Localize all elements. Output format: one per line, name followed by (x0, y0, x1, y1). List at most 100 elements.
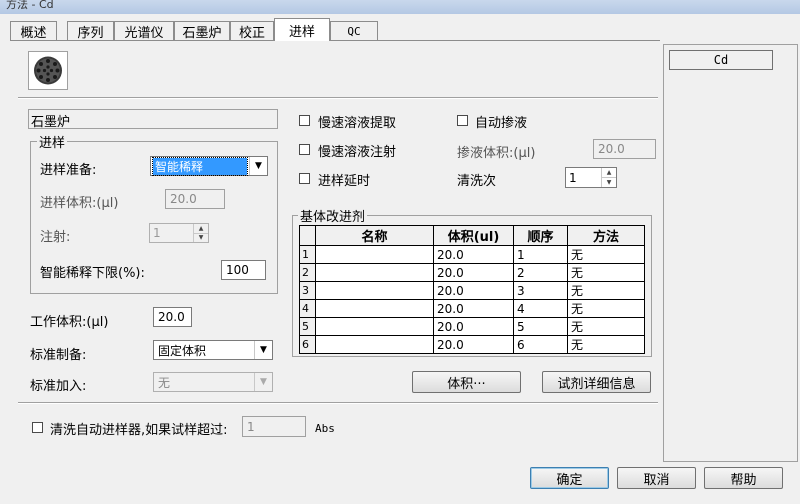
cell-method[interactable]: 无 (567, 263, 645, 282)
cell-method[interactable]: 无 (567, 335, 645, 354)
wash-autosampler-label: 清洗自动进样器,如果试样超过: (50, 423, 228, 438)
standard-add-label: 标准加入: (30, 379, 87, 394)
cell-order[interactable]: 2 (513, 263, 568, 282)
cell-order[interactable]: 3 (513, 281, 568, 300)
tab-overview[interactable]: 概述 (10, 21, 57, 41)
tab-sampler[interactable]: 进样 (274, 18, 330, 41)
column-header-name: 名称 (315, 225, 434, 246)
row-index: 3 (299, 281, 316, 300)
spin-down-icon[interactable]: ▼ (602, 178, 616, 187)
chevron-down-icon: ▼ (249, 157, 267, 175)
volume-button[interactable]: 体积··· (412, 371, 521, 393)
prep-label: 进样准备: (40, 163, 97, 178)
element-list-panel (663, 44, 798, 462)
cell-method[interactable]: 无 (567, 245, 645, 264)
tab-furnace[interactable]: 石墨炉 (174, 21, 230, 41)
smart-limit-field[interactable]: 100 (221, 260, 266, 280)
cell-order[interactable]: 6 (513, 335, 568, 354)
reagent-details-button[interactable]: 试剂详细信息 (542, 371, 651, 393)
inject-delay-checkbox[interactable] (299, 173, 310, 184)
volume-field[interactable]: 20.0 (165, 189, 225, 209)
standard-add-value: 无 (158, 375, 171, 390)
table-row[interactable]: 4 20.0 4 无 (299, 299, 645, 318)
tab-spectrometer[interactable]: 光谱仪 (114, 21, 174, 41)
title-bar: 方法 - Cd (0, 0, 800, 14)
table-row[interactable]: 6 20.0 6 无 (299, 335, 645, 354)
row-index: 2 (299, 263, 316, 282)
cell-order[interactable]: 5 (513, 317, 568, 336)
inject-spinner[interactable]: 1 ▲ ▼ (149, 223, 209, 243)
cell-volume[interactable]: 20.0 (433, 299, 514, 318)
mix-volume-label: 掺液体积:(µl) (457, 146, 536, 161)
cell-volume[interactable]: 20.0 (433, 335, 514, 354)
cell-volume[interactable]: 20.0 (433, 281, 514, 300)
separator (18, 402, 658, 404)
table-row[interactable]: 3 20.0 3 无 (299, 281, 645, 300)
tab-sequence[interactable]: 序列 (67, 21, 114, 41)
slow-extract-checkbox[interactable] (299, 115, 310, 126)
cell-name[interactable] (315, 335, 434, 354)
ok-button[interactable]: 确定 (530, 467, 609, 489)
help-button[interactable]: 帮助 (704, 467, 783, 489)
row-index: 5 (299, 317, 316, 336)
spin-down-icon[interactable]: ▼ (194, 234, 208, 243)
spin-up-icon[interactable]: ▲ (194, 224, 208, 234)
furnace-icon-box (28, 51, 68, 90)
column-header-volume: 体积(ul) (433, 225, 514, 246)
chevron-down-icon: ▼ (254, 341, 272, 359)
cell-name[interactable] (315, 317, 434, 336)
table-row[interactable]: 5 20.0 5 无 (299, 317, 645, 336)
table-row[interactable]: 1 20.0 1 无 (299, 245, 645, 264)
smart-limit-label: 智能稀释下限(%): (40, 266, 145, 281)
cell-method[interactable]: 无 (567, 281, 645, 300)
row-header-corner (299, 225, 316, 246)
standard-prep-select[interactable]: 固定体积 ▼ (153, 340, 273, 360)
table-row[interactable]: 2 20.0 2 无 (299, 263, 645, 282)
element-item-cd[interactable]: Cd (669, 50, 773, 70)
prep-select[interactable]: 智能稀释 ▼ (150, 156, 268, 176)
mix-volume-field[interactable]: 20.0 (593, 139, 656, 159)
wash-count-value: 1 (569, 170, 577, 185)
tab-label: 进样 (288, 24, 315, 40)
section-title: 石墨炉 (31, 115, 71, 130)
standard-prep-value: 固定体积 (158, 343, 207, 358)
column-header-order: 顺序 (513, 225, 568, 246)
tab-label: 概述 (20, 25, 47, 41)
window-title: 方法 - Cd (6, 0, 54, 11)
slow-inject-checkbox[interactable] (299, 144, 310, 155)
element-label: Cd (713, 53, 729, 67)
tab-qc[interactable]: QC (330, 21, 378, 40)
wash-threshold-field[interactable]: 1 (242, 416, 306, 437)
standard-add-select[interactable]: 无 ▼ (153, 372, 273, 392)
cell-volume[interactable]: 20.0 (433, 245, 514, 264)
row-index: 4 (299, 299, 316, 318)
wash-label: 清洗次 (457, 174, 497, 189)
cell-order[interactable]: 4 (513, 299, 568, 318)
cancel-button[interactable]: 取消 (617, 467, 696, 489)
tab-label: 石墨炉 (182, 25, 222, 41)
cell-method[interactable]: 无 (567, 299, 645, 318)
cell-volume[interactable]: 20.0 (433, 317, 514, 336)
auto-mix-label: 自动掺液 (475, 116, 528, 131)
table-header-row: 名称 体积(ul) 顺序 方法 (299, 225, 645, 246)
cell-name[interactable] (315, 299, 434, 318)
wash-count-spinner[interactable]: 1 ▲ ▼ (565, 167, 617, 188)
cell-name[interactable] (315, 263, 434, 282)
tab-label: QC (347, 24, 361, 38)
inject-value: 1 (153, 226, 161, 240)
spin-up-icon[interactable]: ▲ (602, 168, 616, 178)
cell-order[interactable]: 1 (513, 245, 568, 264)
tab-underline (10, 40, 660, 41)
work-volume-field[interactable]: 20.0 (153, 307, 192, 327)
tab-calibration[interactable]: 校正 (230, 21, 274, 41)
cell-name[interactable] (315, 245, 434, 264)
cell-method[interactable]: 无 (567, 317, 645, 336)
volume-label: 进样体积:(µl) (40, 196, 119, 211)
cell-volume[interactable]: 20.0 (433, 263, 514, 282)
wash-autosampler-checkbox[interactable] (32, 422, 43, 433)
cell-name[interactable] (315, 281, 434, 300)
separator (18, 97, 658, 99)
auto-mix-checkbox[interactable] (457, 115, 468, 126)
slow-extract-label: 慢速溶液提取 (318, 116, 397, 131)
tab-label: 校正 (238, 25, 265, 41)
